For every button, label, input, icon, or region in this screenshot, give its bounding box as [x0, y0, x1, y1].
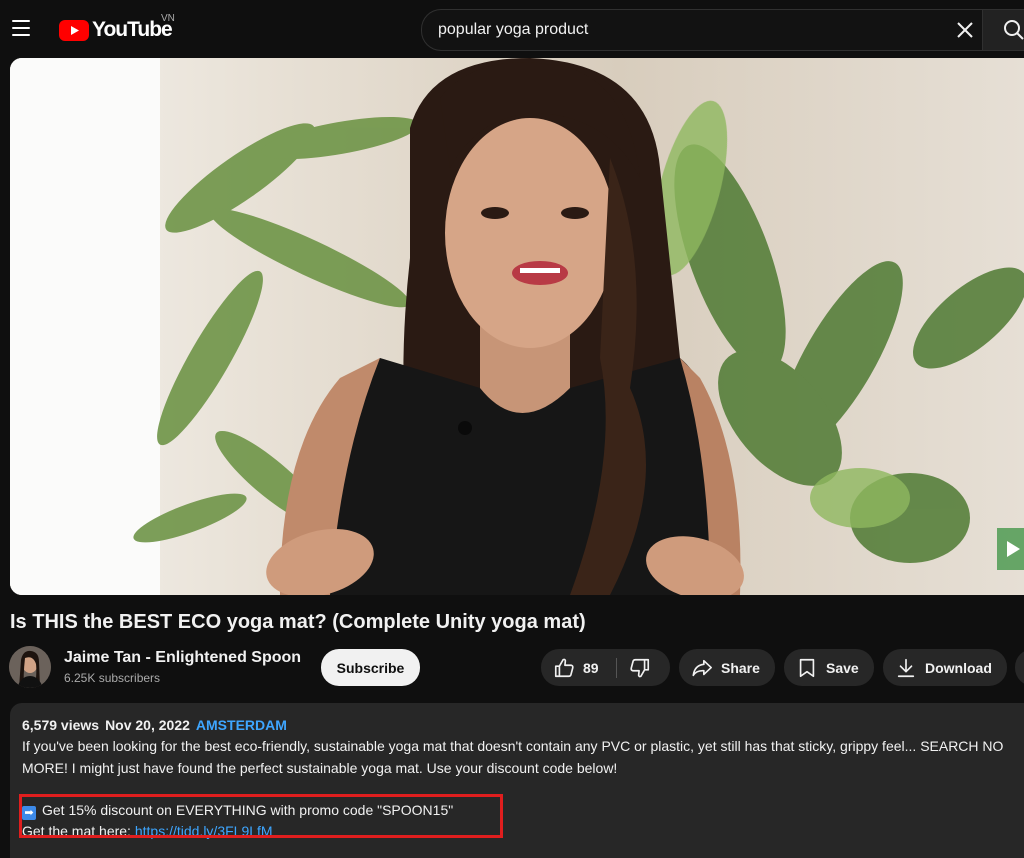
- like-button[interactable]: 89: [541, 649, 616, 686]
- like-icon: [554, 658, 574, 677]
- share-icon: [692, 659, 712, 676]
- search-icon: [1004, 20, 1024, 40]
- search-button[interactable]: [982, 9, 1024, 51]
- like-count: 89: [583, 659, 599, 676]
- youtube-play-icon: [59, 19, 89, 41]
- promo-highlight-box: [19, 794, 503, 838]
- country-code: VN: [161, 13, 175, 24]
- save-label: Save: [826, 659, 859, 676]
- share-button[interactable]: Share: [679, 649, 775, 686]
- video-frame: [10, 58, 1024, 595]
- location-tag[interactable]: AMSTERDAM: [196, 717, 287, 733]
- dislike-icon: [630, 658, 650, 678]
- subscribe-button[interactable]: Subscribe: [321, 649, 420, 686]
- description-line-2: MORE! I might just have found the perfec…: [22, 760, 618, 776]
- logo-text: YouTube: [92, 18, 173, 41]
- channel-name[interactable]: Jaime Tan - Enlightened Spoon: [64, 649, 301, 667]
- download-label: Download: [925, 659, 992, 676]
- channel-avatar[interactable]: [9, 646, 51, 688]
- search-input[interactable]: [438, 10, 938, 50]
- save-button[interactable]: Save: [784, 649, 874, 686]
- video-title: Is THIS the BEST ECO yoga mat? (Complete…: [10, 611, 586, 633]
- description-line-1: If you've been looking for the best eco-…: [22, 738, 1004, 754]
- clear-icon[interactable]: [955, 20, 975, 40]
- description-meta: 6,579 views Nov 20, 2022 AMSTERDAM: [22, 717, 287, 733]
- like-dislike-group: 89: [541, 649, 670, 686]
- description-box[interactable]: 6,579 views Nov 20, 2022 AMSTERDAM If you'…: [10, 703, 1024, 858]
- share-label: Share: [721, 659, 760, 676]
- subscriber-count: 6.25K subscribers: [64, 671, 161, 685]
- search-box: [421, 9, 982, 51]
- upload-date: Nov 20, 2022: [105, 717, 190, 733]
- video-player[interactable]: [10, 58, 1024, 595]
- dislike-button[interactable]: [617, 649, 670, 686]
- view-count: 6,579 views: [22, 717, 100, 733]
- more-actions-button[interactable]: [1015, 649, 1024, 686]
- download-icon: [897, 658, 915, 677]
- youtube-logo[interactable]: YouTube VN: [59, 13, 175, 43]
- download-button[interactable]: Download: [883, 649, 1007, 686]
- menu-icon[interactable]: [10, 16, 34, 40]
- avatar-image: [9, 646, 51, 688]
- top-bar: YouTube VN: [0, 0, 1024, 58]
- save-icon: [799, 658, 815, 677]
